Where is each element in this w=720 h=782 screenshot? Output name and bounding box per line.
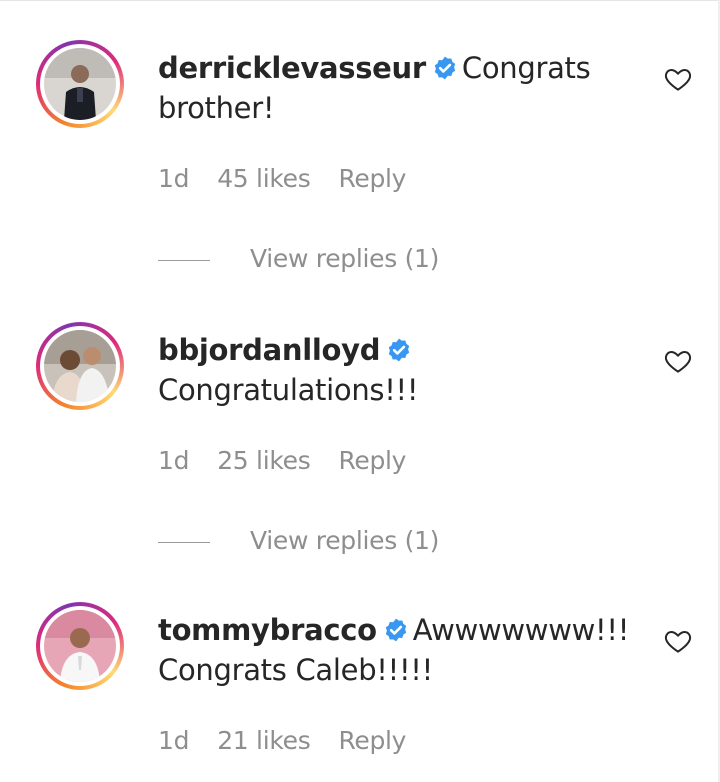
avatar-photo bbox=[44, 610, 116, 682]
timestamp[interactable]: 1d bbox=[158, 726, 189, 755]
username-link[interactable]: bbjordanlloyd bbox=[158, 333, 381, 367]
comment-text: bbjordanlloyd Congratulations!!! bbox=[158, 330, 638, 410]
avatar-frame bbox=[40, 44, 120, 124]
comment-meta: 1d 25 likes Reply bbox=[158, 446, 406, 475]
view-replies-button[interactable]: View replies (1) bbox=[158, 244, 439, 273]
comment-meta: 1d 21 likes Reply bbox=[158, 726, 406, 755]
avatar[interactable] bbox=[36, 40, 124, 128]
username-link[interactable]: tommybracco bbox=[158, 613, 377, 647]
comment-body-line2: Congrats Caleb!!!!! bbox=[158, 653, 433, 687]
timestamp[interactable]: 1d bbox=[158, 164, 189, 193]
top-divider bbox=[0, 0, 720, 1]
person-photo-icon bbox=[44, 610, 116, 682]
comment-body-line2: brother! bbox=[158, 91, 275, 125]
verified-badge-icon bbox=[389, 338, 410, 362]
timestamp[interactable]: 1d bbox=[158, 446, 189, 475]
likes-count[interactable]: 21 likes bbox=[217, 726, 311, 755]
avatar[interactable] bbox=[36, 602, 124, 690]
view-replies-label: View replies (1) bbox=[250, 526, 440, 555]
heart-outline-icon[interactable] bbox=[663, 626, 693, 656]
replies-divider bbox=[158, 541, 210, 543]
avatar-photo bbox=[44, 330, 116, 402]
couple-photo-icon bbox=[44, 330, 116, 402]
comment-text: tommybracco Awwwwwww!!! Congrats Caleb!!!… bbox=[158, 610, 638, 690]
reply-button[interactable]: Reply bbox=[338, 446, 406, 475]
avatar-frame bbox=[40, 326, 120, 406]
replies-divider bbox=[158, 259, 210, 261]
comment-body-line2: Congratulations!!! bbox=[158, 373, 419, 407]
heart-outline-icon[interactable] bbox=[663, 64, 693, 94]
reply-button[interactable]: Reply bbox=[338, 726, 406, 755]
comment-body: Awwwwwww!!! bbox=[412, 613, 630, 647]
comment-body: Congrats bbox=[461, 51, 591, 85]
likes-count[interactable]: 25 likes bbox=[217, 446, 311, 475]
view-replies-button[interactable]: View replies (1) bbox=[158, 526, 439, 555]
comment-meta: 1d 45 likes Reply bbox=[158, 164, 406, 193]
avatar-frame bbox=[40, 606, 120, 686]
view-replies-label: View replies (1) bbox=[250, 244, 440, 273]
likes-count[interactable]: 45 likes bbox=[217, 164, 311, 193]
reply-button[interactable]: Reply bbox=[338, 164, 406, 193]
verified-badge-icon bbox=[385, 618, 406, 642]
username-link[interactable]: derricklevasseur bbox=[158, 51, 426, 85]
comment-text: derricklevasseur Congrats brother! bbox=[158, 48, 638, 128]
person-silhouette-icon bbox=[44, 48, 116, 120]
verified-badge-icon bbox=[434, 56, 456, 80]
heart-outline-icon[interactable] bbox=[663, 346, 693, 376]
avatar[interactable] bbox=[36, 322, 124, 410]
avatar-photo bbox=[44, 48, 116, 120]
